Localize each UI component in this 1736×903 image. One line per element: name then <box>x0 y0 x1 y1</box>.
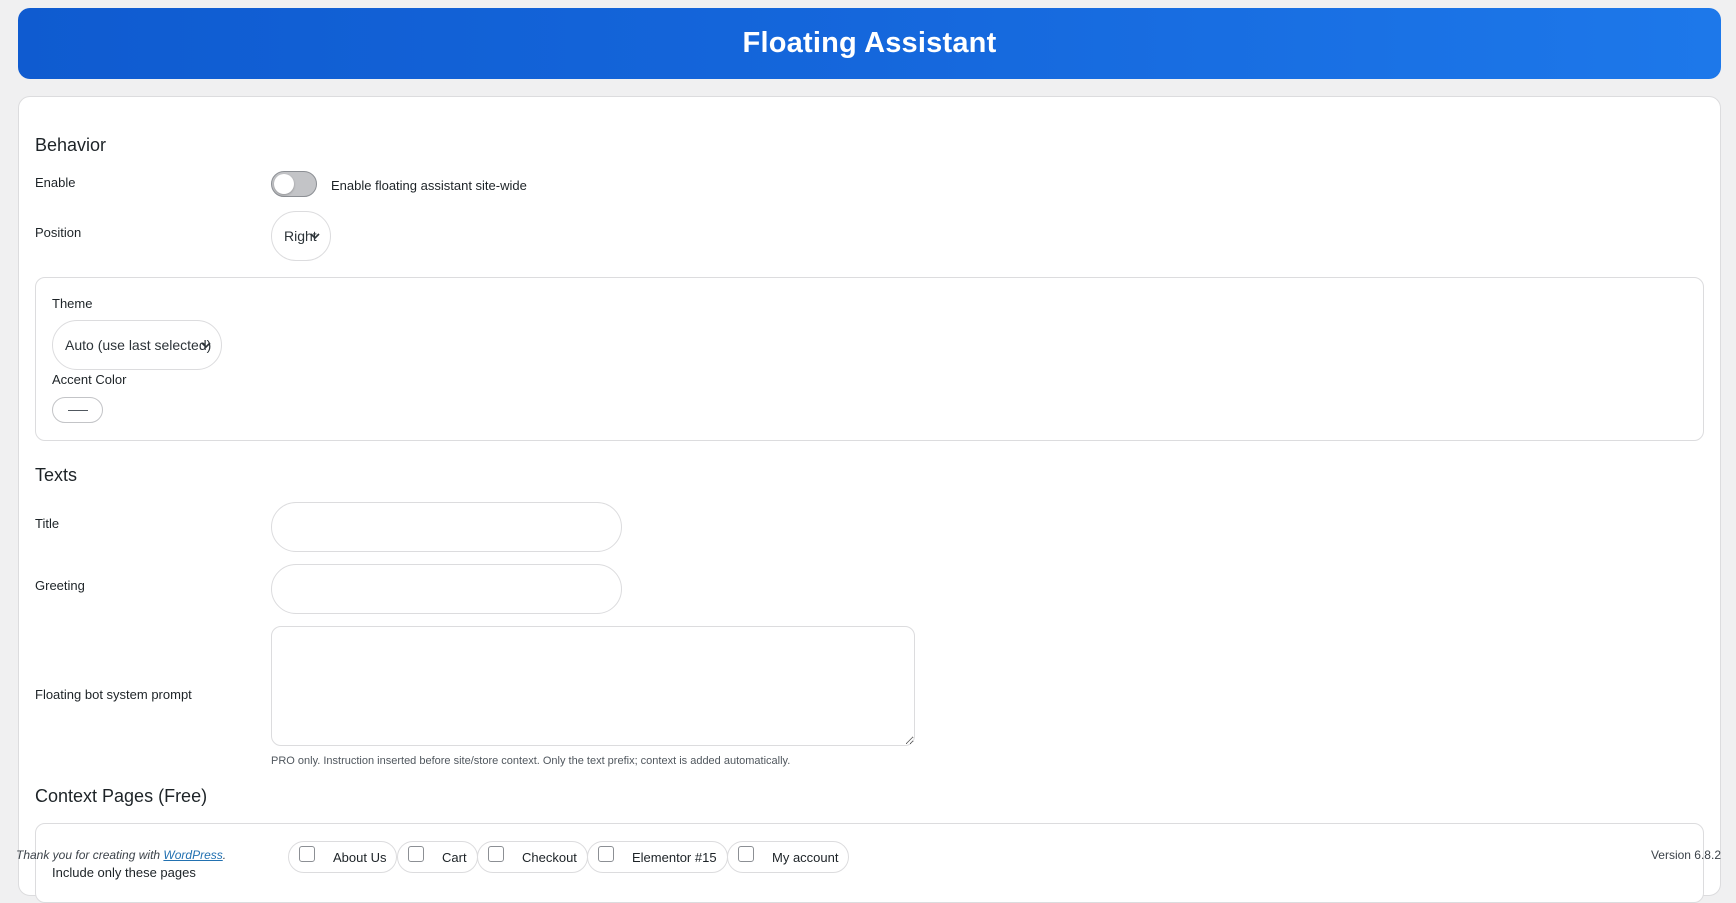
page-title: Floating Assistant <box>742 27 997 59</box>
checkbox[interactable] <box>488 846 504 862</box>
page-checkbox-about-us[interactable]: About Us <box>288 841 398 873</box>
context-pages-panel <box>35 823 1704 903</box>
checkbox[interactable] <box>299 846 315 862</box>
enable-toggle-text: Enable floating assistant site-wide <box>331 178 527 193</box>
checkbox[interactable] <box>408 846 424 862</box>
theme-select-value: Auto (use last selected) <box>65 337 212 353</box>
page-checkbox-elementor-15[interactable]: Elementor #15 <box>587 841 728 873</box>
chevron-down-icon <box>201 342 211 349</box>
page-checkbox-label: Elementor #15 <box>632 849 717 865</box>
toggle-knob <box>274 174 294 194</box>
system-prompt-textarea[interactable] <box>271 626 915 746</box>
page-checkbox-checkout[interactable]: Checkout <box>477 841 588 873</box>
chevron-down-icon <box>310 233 320 240</box>
wordpress-link[interactable]: WordPress <box>163 848 222 862</box>
page-checkbox-label: Cart <box>442 849 467 865</box>
admin-footer-thanks: Thank you for creating with WordPress. <box>16 848 226 862</box>
page-checkbox-label: My account <box>772 849 839 865</box>
theme-label: Theme <box>52 296 93 311</box>
settings-card <box>18 96 1721 896</box>
color-swatch-icon <box>68 410 88 411</box>
checkbox[interactable] <box>598 846 614 862</box>
page-checkbox-cart[interactable]: Cart <box>397 841 478 873</box>
theme-select[interactable]: Auto (use last selected) <box>52 320 222 370</box>
page-checkbox-label: Checkout <box>522 849 577 865</box>
checkbox[interactable] <box>738 846 754 862</box>
system-prompt-help: PRO only. Instruction inserted before si… <box>271 755 791 767</box>
title-input[interactable] <box>271 502 622 552</box>
include-pages-label: Include only these pages <box>52 865 196 880</box>
enable-toggle[interactable] <box>271 171 317 197</box>
page-header: Floating Assistant <box>18 8 1721 79</box>
page-checkbox-label: About Us <box>333 849 387 865</box>
footer-thanks-suffix: . <box>222 848 227 862</box>
position-label: Position <box>35 225 82 240</box>
title-label: Title <box>35 516 60 531</box>
context-pages-section-title: Context Pages (Free) <box>35 786 208 806</box>
version-text: Version 6.8.2 <box>1650 848 1721 862</box>
accent-color-label: Accent Color <box>52 372 127 387</box>
footer-thanks-text: Thank you for creating with <box>16 848 164 862</box>
texts-section-title: Texts <box>35 465 78 485</box>
position-select[interactable]: Right <box>271 211 331 261</box>
enable-label: Enable <box>35 175 76 190</box>
appearance-panel <box>35 277 1704 441</box>
system-prompt-label: Floating bot system prompt <box>35 687 192 702</box>
greeting-input[interactable] <box>271 564 622 614</box>
accent-color-picker[interactable] <box>52 397 103 423</box>
page-checkbox-my-account[interactable]: My account <box>727 841 850 873</box>
greeting-label: Greeting <box>35 578 85 593</box>
behavior-section-title: Behavior <box>35 135 107 155</box>
